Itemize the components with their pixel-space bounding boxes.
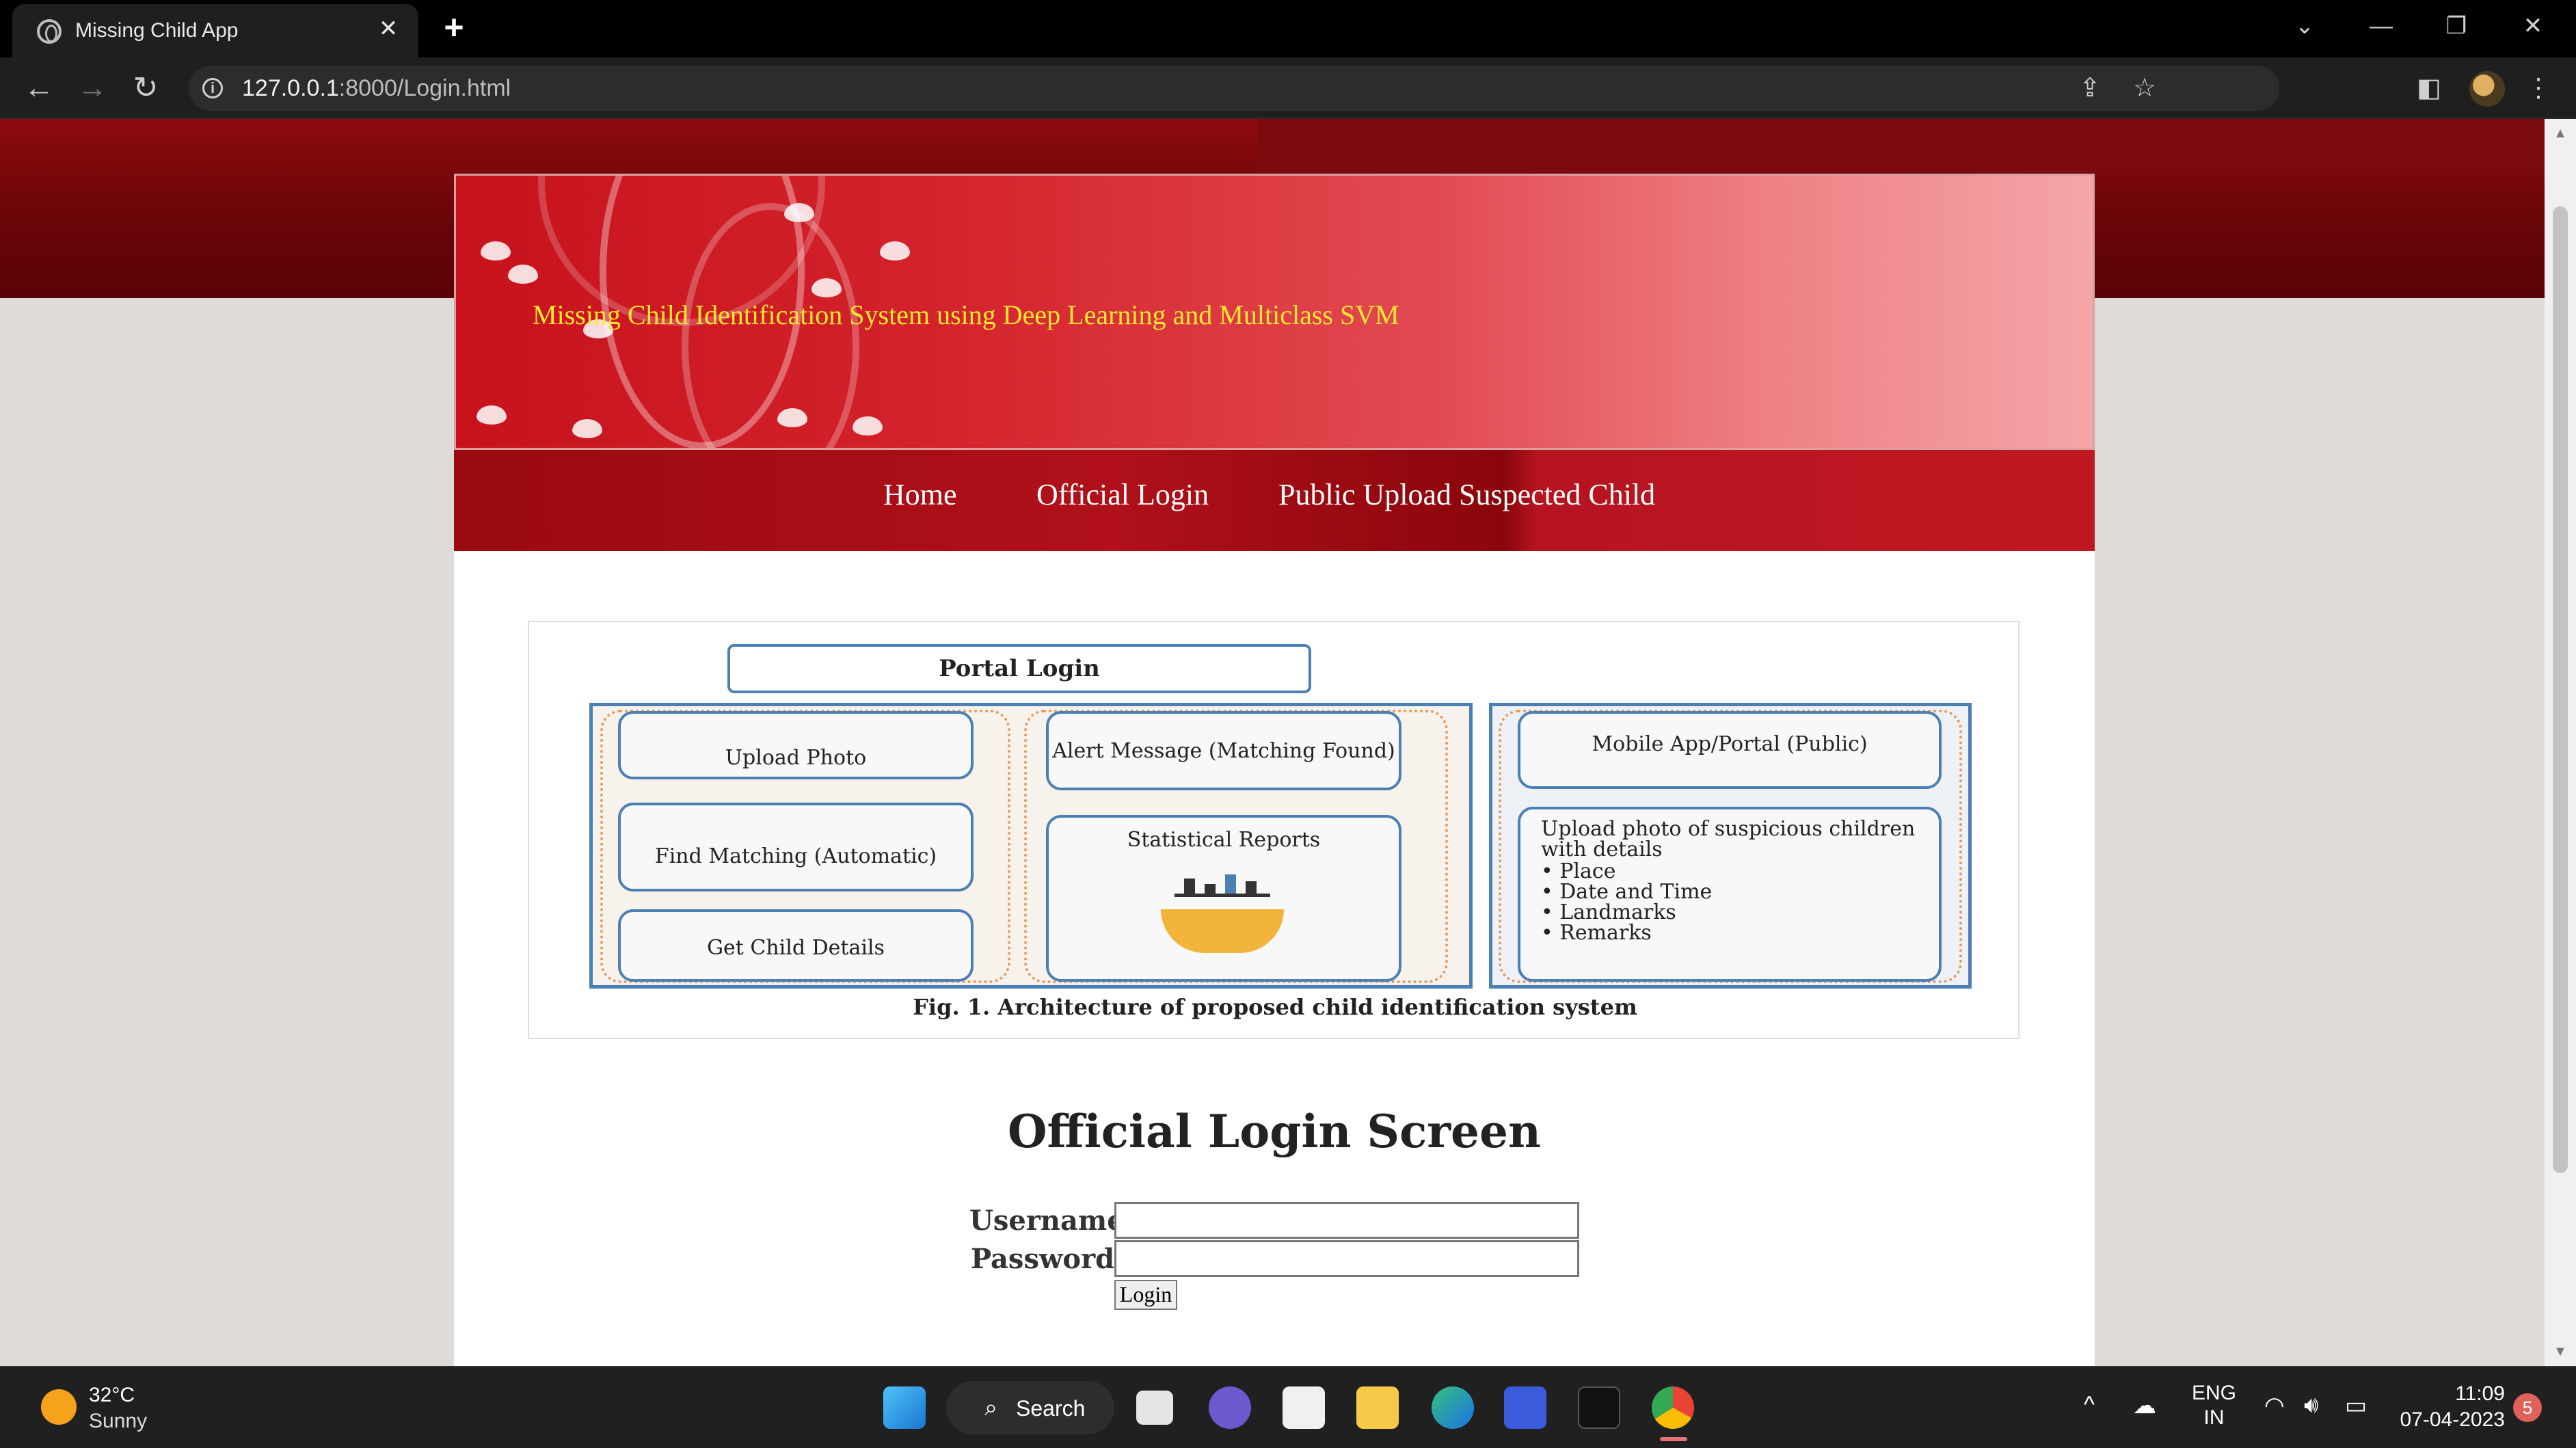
nav-public-upload-link[interactable]: Public Upload Suspected Child — [1278, 477, 1655, 512]
heart-decoration — [853, 416, 883, 435]
find-matching-box: Find Matching (Automatic) — [618, 803, 974, 891]
site-container: Missing Child Identification System usin… — [454, 174, 2095, 1366]
terminal-icon[interactable] — [1578, 1386, 1620, 1429]
list-item: • Landmarks — [1541, 900, 1676, 924]
store-icon[interactable] — [1283, 1386, 1325, 1429]
profile-avatar[interactable] — [2469, 71, 2505, 107]
windows-taskbar: 32°C Sunny ⌕ Search ^ ☁ ENG IN ◠ 🔊︎ ▭ 11:… — [0, 1366, 2576, 1448]
site-title: Missing Child Identification System usin… — [533, 299, 1399, 330]
volume-icon[interactable]: 🔊︎ — [2304, 1392, 2318, 1419]
heart-decoration — [477, 405, 507, 425]
upload-suspicious-box: Upload photo of suspicious children with… — [1518, 807, 1942, 982]
new-tab-button[interactable]: + — [436, 10, 472, 45]
heart-decoration — [777, 408, 807, 427]
sun-icon[interactable] — [41, 1389, 77, 1425]
bar-chart-icon — [1175, 872, 1270, 897]
weather-temperature[interactable]: 32°C — [89, 1384, 135, 1407]
heart-decoration — [481, 241, 511, 260]
address-bar[interactable]: i 127.0.0.1:8000/Login.html ⇪ ☆ — [189, 66, 2279, 111]
battery-icon[interactable]: ▭ — [2345, 1392, 2367, 1419]
file-explorer-icon[interactable] — [1356, 1386, 1399, 1429]
list-item: • Date and Time — [1541, 880, 1713, 904]
back-arrow-icon[interactable]: ← — [19, 68, 59, 108]
heart-decoration — [880, 241, 910, 260]
browser-toolbar: ← → ↻ i 127.0.0.1:8000/Login.html ⇪ ☆ ◧ … — [0, 57, 2576, 119]
upload-photo-box: Upload Photo — [618, 711, 974, 779]
windows-start-icon[interactable] — [883, 1386, 926, 1429]
weather-description[interactable]: Sunny — [89, 1410, 147, 1433]
figure-caption: Fig. 1. Architecture of proposed child i… — [913, 994, 1637, 1020]
browser-tab[interactable]: Missing Child App ✕ — [12, 4, 418, 57]
nav-official-login-link[interactable]: Official Login — [1036, 477, 1209, 512]
taskbar-search[interactable]: ⌕ Search — [946, 1381, 1114, 1434]
tab-title: Missing Child App — [75, 19, 239, 42]
scroll-down-arrow-icon[interactable]: ▼ — [2553, 1344, 2568, 1359]
close-window-button[interactable]: ✕ — [2509, 7, 2557, 45]
active-app-indicator — [1660, 1437, 1687, 1441]
mobile-app-portal-box: Mobile App/Portal (Public) — [1518, 711, 1942, 789]
username-input[interactable] — [1114, 1202, 1579, 1239]
portal-login-box: Portal Login — [727, 644, 1311, 693]
page-viewport: Missing Child Identification System usin… — [0, 119, 2545, 1366]
language-indicator[interactable]: ENG IN — [2192, 1381, 2236, 1430]
chrome-icon[interactable] — [1652, 1386, 1694, 1429]
upload-suspicious-text: Upload photo of suspicious children with… — [1541, 817, 1916, 861]
url-text[interactable]: 127.0.0.1:8000/Login.html — [242, 75, 511, 102]
notification-badge[interactable]: 5 — [2513, 1393, 2542, 1422]
list-item: • Place — [1541, 859, 1616, 883]
cloud-icon[interactable]: ☁ — [2133, 1392, 2156, 1419]
password-label: Password — [971, 1243, 1115, 1275]
page-scrollbar[interactable]: ▲ ▼ — [2545, 119, 2576, 1366]
side-panel-icon[interactable]: ◧ — [2412, 71, 2446, 105]
search-icon: ⌕ — [984, 1395, 998, 1421]
heart-decoration — [811, 278, 842, 297]
statistical-reports-box: Statistical Reports — [1046, 815, 1401, 982]
task-view-icon[interactable] — [1136, 1391, 1173, 1425]
chat-icon[interactable] — [1209, 1386, 1251, 1429]
alert-message-box: Alert Message (Matching Found) — [1046, 711, 1401, 790]
heart-decoration — [508, 265, 538, 284]
login-button[interactable]: Login — [1114, 1280, 1177, 1310]
webex-icon[interactable] — [1504, 1386, 1546, 1429]
site-navigation: Home Official Login Public Upload Suspec… — [454, 450, 2095, 551]
password-input[interactable] — [1114, 1240, 1579, 1277]
edge-icon[interactable] — [1432, 1386, 1474, 1429]
get-child-details-box: Get Child Details — [618, 909, 974, 982]
list-item: • Remarks — [1541, 921, 1652, 945]
globe-icon — [37, 19, 62, 44]
heart-decoration — [572, 419, 602, 438]
search-label: Search — [1016, 1396, 1086, 1421]
site-header-banner: Missing Child Identification System usin… — [454, 174, 2095, 450]
login-heading: Official Login Screen — [1007, 1105, 1541, 1158]
nav-home-link[interactable]: Home — [883, 477, 957, 512]
scroll-thumb[interactable] — [2553, 206, 2568, 1173]
restore-button[interactable]: ❐ — [2432, 7, 2480, 45]
more-menu-icon[interactable]: ⋮ — [2521, 71, 2555, 105]
username-label: Username — [969, 1205, 1125, 1237]
browser-tab-strip: Missing Child App ✕ + ⌄ — ❐ ✕ — [0, 0, 2576, 57]
forward-arrow-icon[interactable]: → — [72, 68, 112, 108]
architecture-diagram: Portal Login Upload Photo Find Matching … — [528, 621, 2020, 1039]
wifi-icon[interactable]: ◠ — [2264, 1392, 2285, 1419]
minimize-button[interactable]: — — [2357, 7, 2405, 45]
share-icon[interactable]: ⇪ — [2073, 71, 2107, 105]
tab-close-icon[interactable]: ✕ — [375, 15, 402, 42]
bookmark-star-icon[interactable]: ☆ — [2128, 71, 2162, 105]
reload-icon[interactable]: ↻ — [126, 68, 165, 108]
info-icon[interactable]: i — [202, 78, 223, 98]
clock[interactable]: 11:09 07-04-2023 — [2393, 1381, 2505, 1433]
scroll-up-arrow-icon[interactable]: ▲ — [2553, 126, 2568, 141]
bullet-list: • Place • Date and Time • Landmarks • Re… — [1541, 861, 1918, 943]
tab-search-dropdown-icon[interactable]: ⌄ — [2281, 7, 2329, 45]
chevron-up-icon[interactable]: ^ — [2084, 1392, 2095, 1419]
heart-decoration — [784, 203, 814, 222]
